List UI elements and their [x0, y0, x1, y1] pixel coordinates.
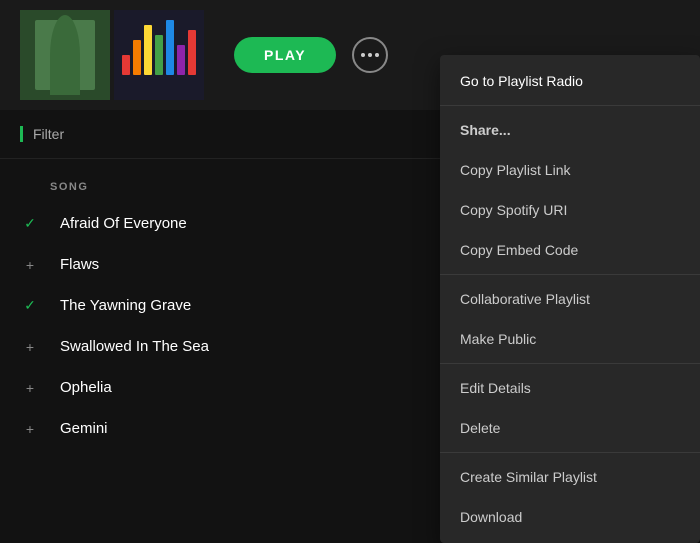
- menu-item-edit-details[interactable]: Edit Details: [440, 368, 700, 408]
- song-title-1: Afraid Of Everyone: [60, 215, 187, 232]
- color-bars: [122, 15, 196, 75]
- dot-1: [361, 53, 365, 57]
- bar-red2: [188, 30, 196, 75]
- checkmark-icon-3: ✓: [20, 297, 40, 314]
- menu-divider-3: [440, 363, 700, 364]
- menu-divider-1: [440, 105, 700, 106]
- menu-item-go-to-playlist-radio[interactable]: Go to Playlist Radio: [440, 61, 700, 101]
- more-options-button[interactable]: [352, 37, 388, 73]
- plus-icon-6: +: [20, 421, 40, 437]
- menu-divider-4: [440, 452, 700, 453]
- bar-purple: [177, 45, 185, 75]
- song-title-3: The Yawning Grave: [60, 297, 191, 314]
- menu-item-copy-embed-code[interactable]: Copy Embed Code: [440, 230, 700, 270]
- play-button[interactable]: PLAY: [234, 37, 336, 73]
- controls-area: PLAY: [234, 37, 388, 73]
- bar-blue: [166, 20, 174, 75]
- song-column-header: SONG: [50, 181, 88, 193]
- menu-item-make-public[interactable]: Make Public: [440, 319, 700, 359]
- song-title-4: Swallowed In The Sea: [60, 338, 209, 355]
- menu-item-download[interactable]: Download: [440, 497, 700, 537]
- menu-item-collaborative-playlist[interactable]: Collaborative Playlist: [440, 279, 700, 319]
- dot-2: [368, 53, 372, 57]
- bar-green: [155, 35, 163, 75]
- menu-item-share[interactable]: Share...: [440, 110, 700, 150]
- bar-orange: [133, 40, 141, 75]
- plus-icon-5: +: [20, 380, 40, 396]
- dot-3: [375, 53, 379, 57]
- checkmark-icon-1: ✓: [20, 215, 40, 232]
- menu-item-create-similar-playlist[interactable]: Create Similar Playlist: [440, 457, 700, 497]
- menu-divider-2: [440, 274, 700, 275]
- filter-label: Filter: [20, 126, 64, 142]
- song-title-2: Flaws: [60, 256, 99, 273]
- song-title-6: Gemini: [60, 420, 108, 437]
- context-menu: Go to Playlist Radio Share... Copy Playl…: [440, 55, 700, 543]
- menu-item-copy-spotify-uri[interactable]: Copy Spotify URI: [440, 190, 700, 230]
- album-art-1: [20, 10, 110, 100]
- plus-icon-2: +: [20, 257, 40, 273]
- album-art-2: [114, 10, 204, 100]
- menu-item-delete[interactable]: Delete: [440, 408, 700, 448]
- plus-icon-4: +: [20, 339, 40, 355]
- bar-yellow: [144, 25, 152, 75]
- bar-red: [122, 55, 130, 75]
- menu-item-copy-playlist-link[interactable]: Copy Playlist Link: [440, 150, 700, 190]
- album-art-container: [20, 10, 204, 100]
- three-dots-icon: [361, 53, 379, 57]
- song-title-5: Ophelia: [60, 379, 112, 396]
